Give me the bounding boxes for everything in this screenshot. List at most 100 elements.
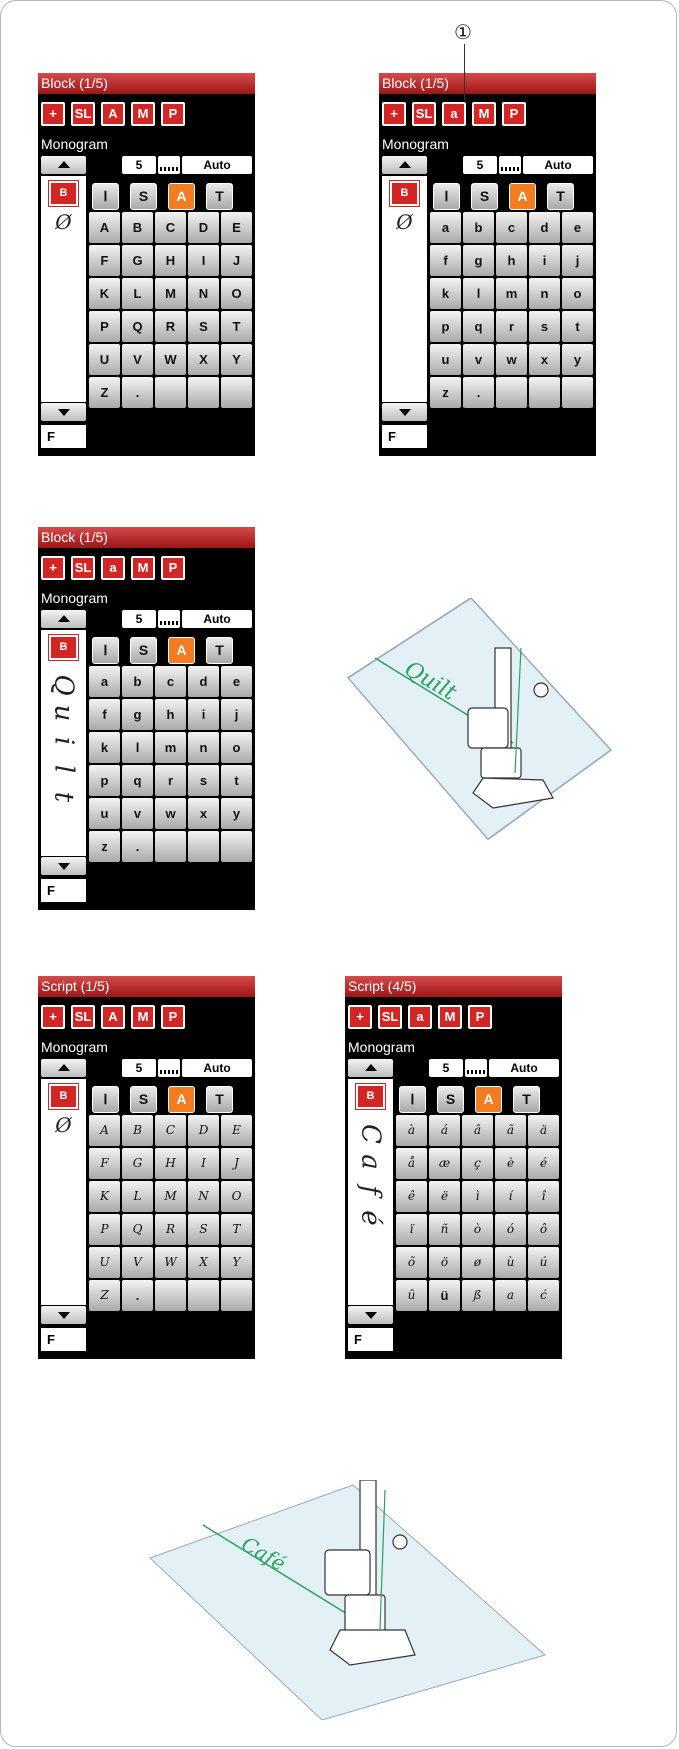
- char-key[interactable]: a: [89, 666, 120, 697]
- block-mode-icon[interactable]: B: [48, 1083, 79, 1110]
- zigzag-icon[interactable]: Ⅰ: [92, 637, 119, 664]
- char-key[interactable]: X: [188, 344, 219, 375]
- char-key[interactable]: L: [122, 1181, 153, 1212]
- char-key[interactable]: a: [495, 1280, 526, 1311]
- scroll-down-button[interactable]: [41, 403, 86, 421]
- char-key[interactable]: ü: [429, 1280, 460, 1311]
- char-key[interactable]: f: [89, 699, 120, 730]
- char-key[interactable]: i: [529, 245, 560, 276]
- char-key[interactable]: ç: [462, 1148, 493, 1179]
- split-icon[interactable]: SL: [71, 556, 95, 580]
- scroll-up-button[interactable]: [41, 1059, 86, 1077]
- char-key[interactable]: B: [122, 212, 153, 243]
- char-key[interactable]: j: [562, 245, 593, 276]
- char-key[interactable]: h: [496, 245, 527, 276]
- font-icon[interactable]: A: [475, 1086, 502, 1113]
- block-mode-icon[interactable]: B: [48, 634, 79, 661]
- char-key[interactable]: .: [122, 377, 153, 408]
- char-key[interactable]: é: [528, 1148, 559, 1179]
- zigzag-icon[interactable]: Ⅰ: [399, 1086, 426, 1113]
- char-key[interactable]: w: [155, 798, 186, 829]
- char-key[interactable]: õ: [396, 1247, 427, 1278]
- scroll-up-button[interactable]: [348, 1059, 393, 1077]
- char-key[interactable]: B: [122, 1115, 153, 1146]
- char-key[interactable]: V: [122, 1247, 153, 1278]
- char-key[interactable]: n: [188, 732, 219, 763]
- zigzag-icon[interactable]: Ⅰ: [433, 183, 460, 210]
- char-key[interactable]: R: [155, 311, 186, 342]
- char-key[interactable]: i: [188, 699, 219, 730]
- char-key[interactable]: f: [430, 245, 461, 276]
- split-icon[interactable]: SL: [378, 1005, 402, 1029]
- split-icon[interactable]: SL: [71, 102, 95, 126]
- char-key[interactable]: [188, 831, 219, 862]
- char-key[interactable]: F: [89, 1148, 120, 1179]
- block-mode-icon[interactable]: B: [48, 180, 79, 207]
- char-key[interactable]: N: [188, 1181, 219, 1212]
- char-key[interactable]: k: [430, 278, 461, 309]
- char-key[interactable]: c: [155, 666, 186, 697]
- letter-icon[interactable]: a: [408, 1005, 432, 1029]
- add-icon[interactable]: +: [41, 1005, 65, 1029]
- char-key[interactable]: N: [188, 278, 219, 309]
- char-key[interactable]: ñ: [429, 1214, 460, 1245]
- char-key[interactable]: g: [463, 245, 494, 276]
- char-key[interactable]: p: [430, 311, 461, 342]
- char-key[interactable]: O: [221, 278, 252, 309]
- scroll-down-button[interactable]: [382, 403, 427, 421]
- char-key[interactable]: J: [221, 1148, 252, 1179]
- char-key[interactable]: à: [396, 1115, 427, 1146]
- teapot-icon[interactable]: P: [502, 102, 526, 126]
- char-key[interactable]: [562, 377, 593, 408]
- char-key[interactable]: ï: [396, 1214, 427, 1245]
- block-mode-icon[interactable]: B: [355, 1083, 386, 1110]
- memory-icon[interactable]: M: [438, 1005, 462, 1029]
- scroll-down-button[interactable]: [41, 857, 86, 875]
- char-key[interactable]: [221, 377, 252, 408]
- char-key[interactable]: s: [529, 311, 560, 342]
- char-key[interactable]: [188, 1280, 219, 1311]
- char-key[interactable]: q: [463, 311, 494, 342]
- shirt-icon[interactable]: T: [206, 183, 233, 210]
- char-key[interactable]: q: [122, 765, 153, 796]
- memory-icon[interactable]: M: [131, 102, 155, 126]
- char-key[interactable]: S: [188, 1214, 219, 1245]
- char-key[interactable]: X: [188, 1247, 219, 1278]
- char-key[interactable]: ä: [528, 1115, 559, 1146]
- scissors-icon[interactable]: S: [130, 637, 157, 664]
- char-key[interactable]: ø: [462, 1247, 493, 1278]
- scissors-icon[interactable]: S: [437, 1086, 464, 1113]
- char-key[interactable]: Q: [122, 311, 153, 342]
- scissors-icon[interactable]: S: [471, 183, 498, 210]
- char-key[interactable]: E: [221, 212, 252, 243]
- char-key[interactable]: ô: [528, 1214, 559, 1245]
- char-key[interactable]: l: [463, 278, 494, 309]
- char-key[interactable]: w: [496, 344, 527, 375]
- char-key[interactable]: s: [188, 765, 219, 796]
- char-key[interactable]: z: [89, 831, 120, 862]
- char-key[interactable]: H: [155, 1148, 186, 1179]
- scroll-down-button[interactable]: [41, 1306, 86, 1324]
- char-key[interactable]: m: [496, 278, 527, 309]
- char-key[interactable]: c: [496, 212, 527, 243]
- teapot-icon[interactable]: P: [161, 1005, 185, 1029]
- char-key[interactable]: b: [463, 212, 494, 243]
- font-icon[interactable]: A: [168, 183, 195, 210]
- char-key[interactable]: Y: [221, 344, 252, 375]
- char-key[interactable]: A: [89, 1115, 120, 1146]
- char-key[interactable]: û: [396, 1280, 427, 1311]
- add-icon[interactable]: +: [348, 1005, 372, 1029]
- char-key[interactable]: M: [155, 278, 186, 309]
- char-key[interactable]: r: [496, 311, 527, 342]
- char-key[interactable]: [155, 1280, 186, 1311]
- char-key[interactable]: v: [122, 798, 153, 829]
- scroll-up-button[interactable]: [41, 156, 86, 174]
- font-icon[interactable]: A: [509, 183, 536, 210]
- char-key[interactable]: ë: [429, 1181, 460, 1212]
- char-key[interactable]: ß: [462, 1280, 493, 1311]
- scroll-up-button[interactable]: [41, 610, 86, 628]
- char-key[interactable]: Z: [89, 1280, 120, 1311]
- char-key[interactable]: Y: [221, 1247, 252, 1278]
- char-key[interactable]: W: [155, 344, 186, 375]
- char-key[interactable]: m: [155, 732, 186, 763]
